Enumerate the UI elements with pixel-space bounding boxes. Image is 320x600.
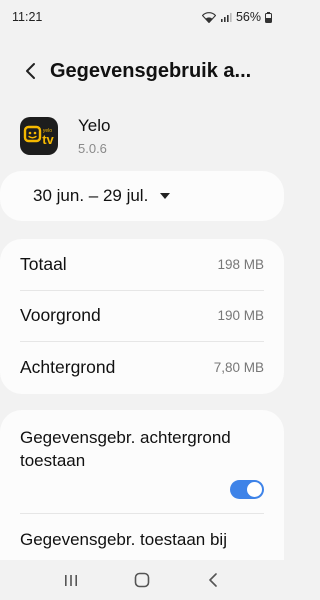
home-button[interactable] [122,565,162,595]
app-bar: Gegevensgebruik a... [0,50,284,92]
usage-value: 190 MB [217,308,264,324]
date-range-label: 30 jun. – 29 jul. [33,186,149,205]
usage-label: Achtergrond [20,357,116,378]
usage-row-background: Achtergrond 7,80 MB [20,342,264,394]
setting-datasaver-label[interactable]: Gegevensgebr. toestaan bij [20,514,264,550]
status-time: 11:21 [12,10,43,24]
app-name: Yelo [78,116,111,135]
background-data-toggle[interactable] [230,480,264,499]
signal-icon [220,12,232,22]
back-button[interactable] [10,51,50,91]
app-info: yelo tv Yelo 5.0.6 [20,114,110,158]
dropdown-arrow-icon [160,193,171,199]
date-range-selector[interactable]: 30 jun. – 29 jul. [0,171,284,221]
app-version: 5.0.6 [78,141,107,156]
usage-row-total: Totaal 198 MB [20,239,264,291]
status-icons: 56% [201,10,272,24]
setting-background-data-label: Gegevensgebr. achtergrond toestaan [20,428,231,470]
usage-label: Voorgrond [20,305,101,326]
back-nav-button[interactable] [193,565,233,595]
back-nav-icon [209,573,218,587]
usage-value: 7,80 MB [213,360,264,376]
page-title: Gegevensgebruik a... [50,59,252,82]
yelo-app-icon: yelo tv [20,117,58,155]
battery-icon [265,11,272,23]
wifi-icon [201,11,216,23]
status-bar: 11:21 56% [0,0,284,34]
battery-percent: 56% [235,10,261,24]
setting-background-data[interactable]: Gegevensgebr. achtergrond toestaan [20,410,264,499]
recents-icon [64,574,77,586]
yelo-logo-icon: yelo tv [23,125,55,147]
usage-row-foreground: Voorgrond 190 MB [20,291,264,343]
recents-button[interactable] [51,565,91,595]
usage-value: 198 MB [217,256,264,272]
svg-text:tv: tv [42,132,54,147]
toggle-knob [247,482,262,497]
back-arrow-icon [26,63,35,79]
usage-label: Totaal [20,253,67,274]
usage-summary-card: Totaal 198 MB Voorgrond 190 MB Achtergro… [0,239,284,394]
navigation-bar [0,560,284,600]
home-icon [134,572,150,588]
